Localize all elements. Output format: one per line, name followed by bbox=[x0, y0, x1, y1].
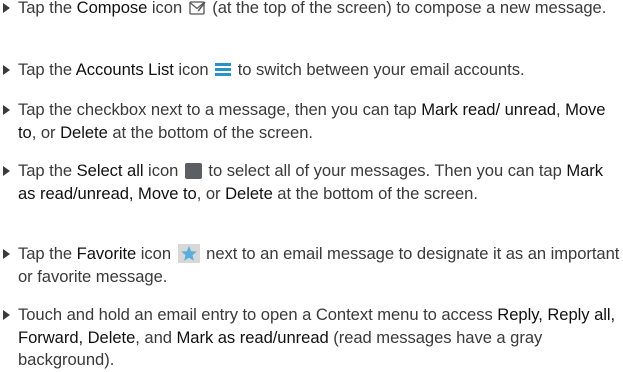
bullet-arrow-icon bbox=[3, 105, 10, 115]
compose-icon bbox=[189, 0, 206, 16]
accounts-list-icon bbox=[215, 62, 232, 78]
instruction-item-select-all: Tap the Select all icon to select all of… bbox=[0, 160, 622, 205]
instruction-text: Tap the Favorite icon next to an email m… bbox=[18, 244, 620, 286]
instruction-text: Tap the checkbox next to a message, then… bbox=[18, 100, 606, 142]
select-all-icon bbox=[184, 163, 202, 179]
instruction-list: Tap the Compose icon (at the top of the … bbox=[0, 0, 623, 369]
favorite-star-icon bbox=[177, 244, 200, 263]
bullet-arrow-icon bbox=[3, 310, 10, 320]
instruction-item-compose: Tap the Compose icon (at the top of the … bbox=[0, 0, 622, 20]
instruction-text: Tap the Accounts List icon to switch bet… bbox=[18, 60, 525, 79]
bullet-arrow-icon bbox=[3, 249, 10, 259]
instruction-item-checkbox: Tap the checkbox next to a message, then… bbox=[0, 99, 622, 144]
instruction-item-favorite: Tap the Favorite icon next to an email m… bbox=[0, 243, 622, 288]
instruction-item-accounts-list: Tap the Accounts List icon to switch bet… bbox=[0, 59, 622, 82]
instruction-text: Tap the Select all icon to select all of… bbox=[18, 161, 604, 203]
bullet-arrow-icon bbox=[3, 65, 10, 75]
instruction-item-context-menu: Touch and hold an email entry to open a … bbox=[0, 304, 622, 372]
bullet-arrow-icon bbox=[3, 3, 10, 13]
instruction-text: Touch and hold an email entry to open a … bbox=[18, 305, 616, 369]
bullet-arrow-icon bbox=[3, 166, 10, 176]
instruction-text: Tap the Compose icon (at the top of the … bbox=[18, 0, 607, 17]
